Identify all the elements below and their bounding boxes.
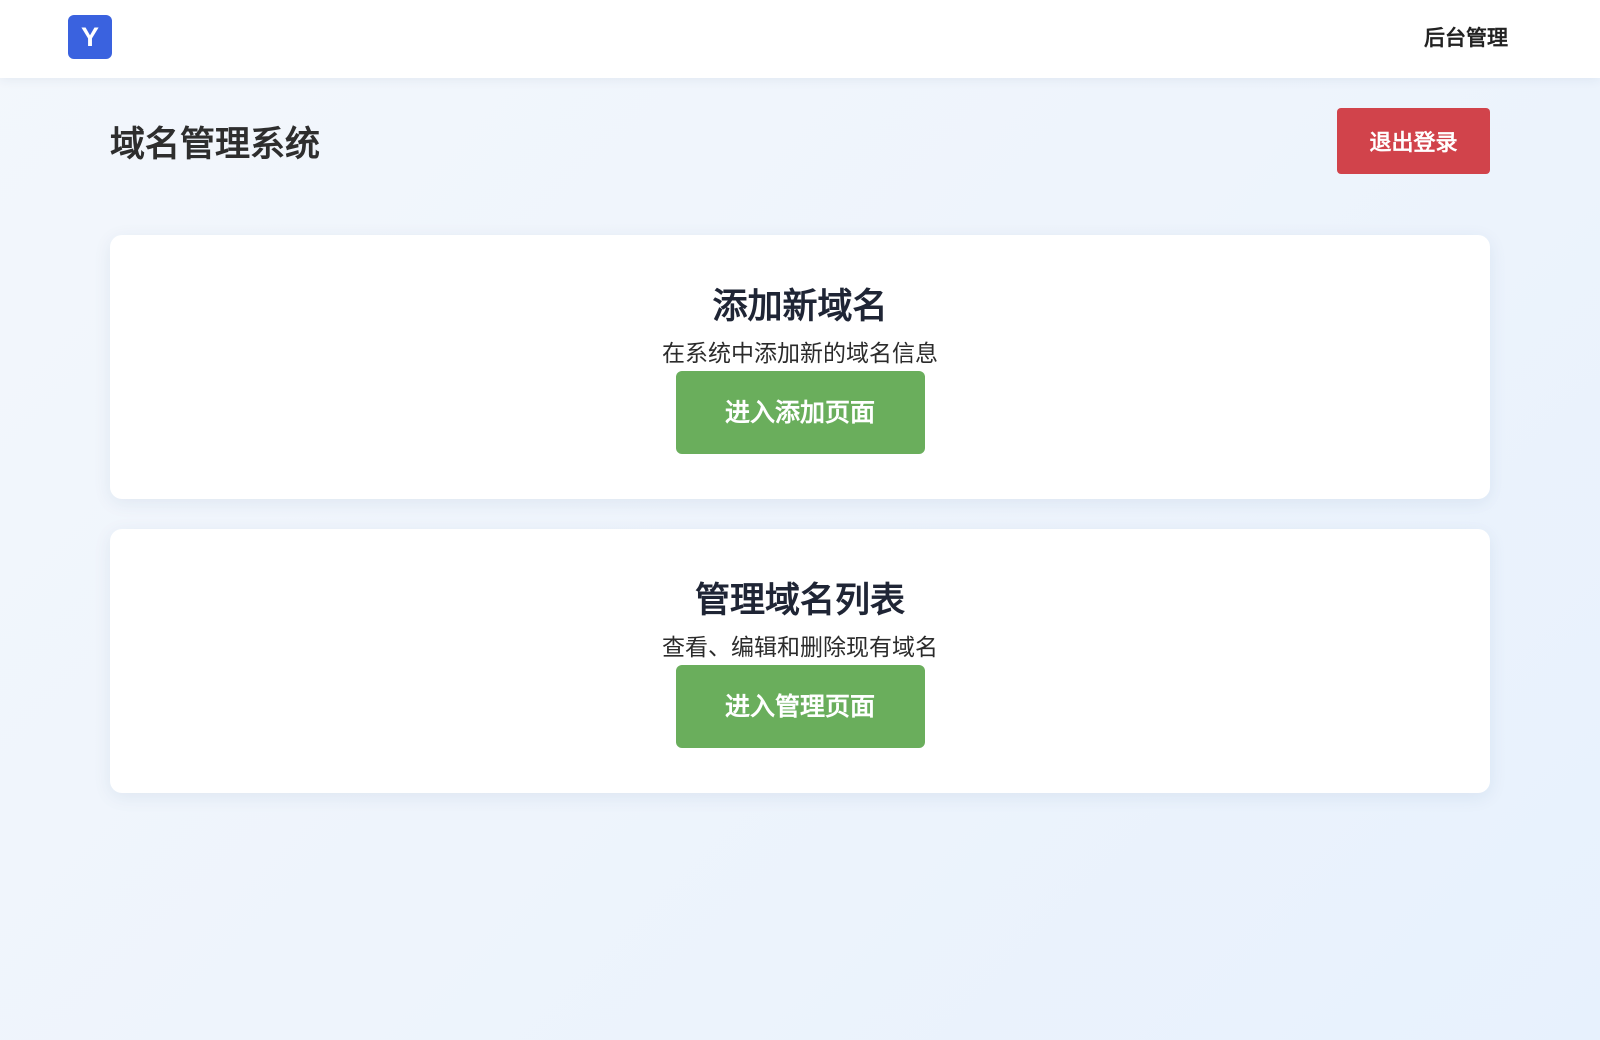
card-title: 管理域名列表 [694,581,905,621]
card-description: 在系统中添加新的域名信息 [662,341,938,367]
manage-domains-card: 管理域名列表 查看、编辑和删除现有域名 进入管理页面 [110,529,1490,793]
logo-icon[interactable]: Y [68,15,112,59]
card-list: 添加新域名 在系统中添加新的域名信息 进入添加页面 管理域名列表 查看、编辑和删… [110,235,1490,823]
page-title: 域名管理系统 [110,124,321,165]
card-title: 添加新域名 [712,287,888,327]
enter-add-page-button[interactable]: 进入添加页面 [675,371,925,454]
card-description: 查看、编辑和删除现有域名 [662,635,938,661]
enter-manage-page-button[interactable]: 进入管理页面 [675,665,925,748]
page-header: 域名管理系统 退出登录 [110,108,1490,174]
logout-button[interactable]: 退出登录 [1337,108,1490,174]
top-navbar: Y 后台管理 [0,0,1600,78]
add-domain-card: 添加新域名 在系统中添加新的域名信息 进入添加页面 [110,235,1490,499]
admin-link[interactable]: 后台管理 [1424,0,1508,76]
